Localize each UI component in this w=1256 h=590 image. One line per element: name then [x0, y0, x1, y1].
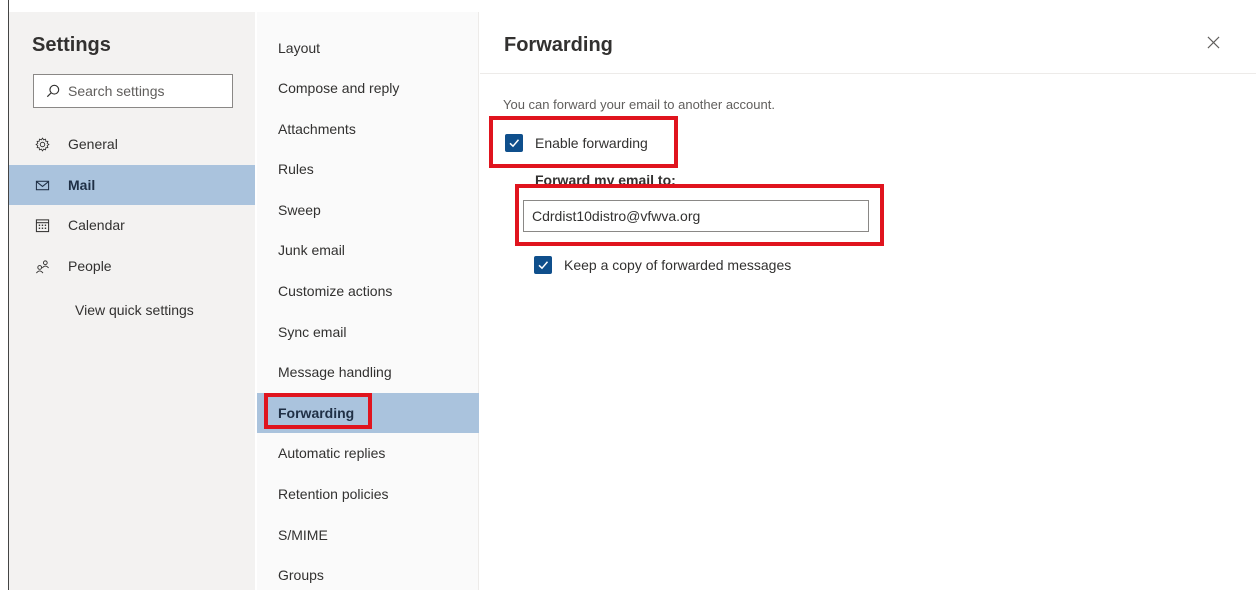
nav-item-calendar[interactable]: Calendar [9, 205, 255, 245]
gear-icon [34, 136, 50, 152]
forwarding-description: You can forward your email to another ac… [503, 97, 775, 112]
people-icon [34, 258, 50, 274]
subnav-customize-actions[interactable]: Customize actions [257, 271, 479, 311]
subnav-automatic-replies[interactable]: Automatic replies [257, 433, 479, 473]
highlight-forward-email [515, 184, 884, 246]
settings-title: Settings [32, 34, 111, 56]
close-icon [1207, 36, 1219, 48]
search-icon [46, 84, 60, 98]
subnav-groups[interactable]: Groups [257, 555, 479, 590]
nav-item-people[interactable]: People [9, 246, 255, 286]
nav-item-general[interactable]: General [9, 124, 255, 164]
subnav-attachments[interactable]: Attachments [257, 109, 479, 149]
highlight-forwarding-tab [264, 393, 372, 429]
nav-item-mail[interactable]: Mail [9, 165, 255, 205]
settings-pane: Settings General Mail Calendar People Vi… [9, 12, 255, 590]
view-quick-settings-link[interactable]: View quick settings [75, 302, 194, 318]
subnav-junk-email[interactable]: Junk email [257, 230, 479, 270]
forwarding-panel: Forwarding You can forward your email to… [480, 12, 1256, 590]
subnav-sync-email[interactable]: Sync email [257, 312, 479, 352]
search-input[interactable] [68, 83, 218, 99]
subnav-compose-and-reply[interactable]: Compose and reply [257, 68, 479, 108]
panel-title: Forwarding [504, 34, 613, 56]
highlight-enable-forwarding [489, 116, 678, 168]
subnav-rules[interactable]: Rules [257, 149, 479, 189]
mail-icon [34, 177, 50, 193]
search-box[interactable] [33, 74, 233, 108]
nav-label-general: General [68, 136, 118, 152]
subnav-smime[interactable]: S/MIME [257, 515, 479, 555]
subnav-layout[interactable]: Layout [257, 28, 479, 68]
subnav-message-handling[interactable]: Message handling [257, 352, 479, 392]
nav-label-calendar: Calendar [68, 217, 125, 233]
keep-copy-row[interactable]: Keep a copy of forwarded messages [534, 256, 791, 274]
close-button[interactable] [1203, 32, 1223, 52]
subnav-retention-policies[interactable]: Retention policies [257, 474, 479, 514]
keep-copy-label: Keep a copy of forwarded messages [564, 257, 792, 273]
nav-label-mail: Mail [68, 177, 96, 193]
panel-header: Forwarding [480, 12, 1256, 74]
keep-copy-checkbox[interactable] [534, 256, 552, 274]
check-icon [538, 261, 549, 270]
calendar-icon [34, 217, 50, 233]
mail-subnav: Layout Compose and reply Attachments Rul… [257, 12, 479, 590]
nav-label-people: People [68, 258, 112, 274]
subnav-sweep[interactable]: Sweep [257, 190, 479, 230]
